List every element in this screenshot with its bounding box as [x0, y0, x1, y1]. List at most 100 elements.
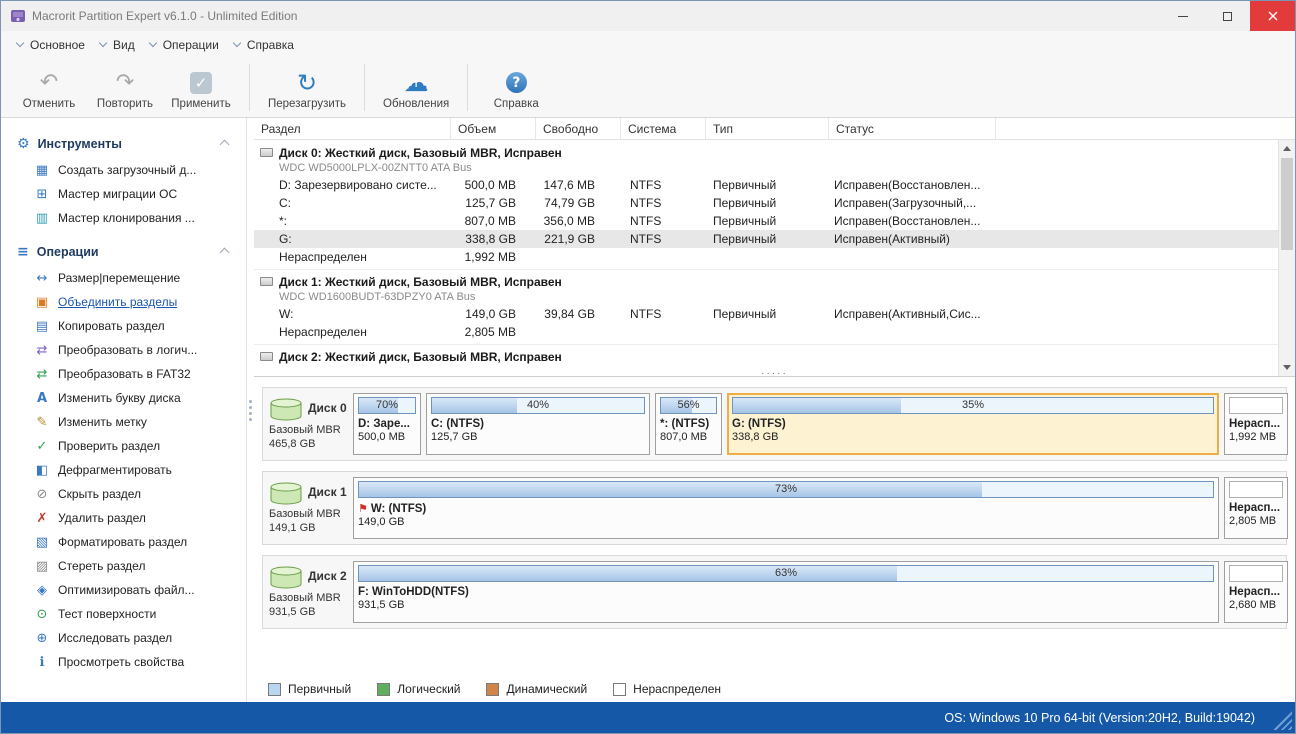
sidebar-item-change-drive-letter[interactable]: A Изменить букву диска	[1, 386, 246, 410]
tools-icon: ⚙	[17, 136, 30, 152]
partition-box-star[interactable]: 56% *: (NTFS) 807,0 MB	[655, 393, 722, 455]
partition-box-w[interactable]: 73% ⚑ W: (NTFS) 149,0 GB	[353, 477, 1219, 539]
help-button[interactable]: ? Справка	[478, 58, 554, 117]
section-header-operations[interactable]: ≡ Операции	[1, 238, 246, 266]
cell-status: Исправен(Активный,Сис...	[834, 307, 981, 321]
sidebar-item-label: Размер|перемещение	[58, 271, 181, 285]
convert-fat32-icon: ⇄	[36, 366, 48, 382]
disk1-strip: Диск 1 Базовый MBR 149,1 GB 73% ⚑ W: (NTF…	[262, 471, 1288, 545]
scroll-down-button[interactable]	[1279, 359, 1295, 376]
cell-filesystem: NTFS	[630, 196, 662, 210]
sidebar-splitter[interactable]	[247, 118, 254, 702]
menu-label: Справка	[246, 37, 294, 52]
column-header-type[interactable]: Тип	[706, 118, 829, 139]
sidebar-item-create-bootable-media[interactable]: ▦ Создать загрузочный д...	[1, 158, 246, 182]
updates-button[interactable]: ☁ ↑ Обновления	[375, 58, 457, 117]
sidebar-item-check-partition[interactable]: ✓ Проверить раздел	[1, 434, 246, 458]
wipe-icon: ▨	[35, 558, 49, 574]
table-row[interactable]: W: 149,0 GB 39,84 GB NTFS Первичный Испр…	[254, 305, 1295, 323]
menu-help[interactable]: Справка	[232, 31, 307, 58]
cell-size: 2,805 MB	[464, 325, 516, 339]
chevron-down-icon	[232, 38, 242, 48]
cell-size: 338,8 GB	[465, 232, 516, 246]
partition-label: Нерасп...	[1229, 586, 1281, 598]
sidebar-item-clone-wizard[interactable]: ▥ Мастер клонирования ...	[1, 206, 246, 230]
unallocated-box[interactable]: Нерасп... 2,680 MB	[1224, 561, 1288, 623]
disk-name: Диск 1	[308, 484, 347, 499]
column-header-free[interactable]: Свободно	[536, 118, 621, 139]
table-row[interactable]: Нераспределен 2,805 MB	[254, 323, 1295, 341]
unallocated-box[interactable]: Нерасп... 1,992 MB	[1224, 393, 1288, 455]
menu-main[interactable]: Основное	[15, 31, 98, 58]
table-row[interactable]: C: 125,7 GB 74,79 GB NTFS Первичный Испр…	[254, 194, 1295, 212]
sidebar-item-defragment[interactable]: ◧ Дефрагментировать	[1, 458, 246, 482]
apply-label: Применить	[171, 97, 231, 110]
partition-box-f[interactable]: 63% F: WinToHDD(NTFS) 931,5 GB	[353, 561, 1219, 623]
sidebar-item-explore-partition[interactable]: ⊕ Исследовать раздел	[1, 626, 246, 650]
usage-bar	[1229, 565, 1283, 582]
section-header-tools[interactable]: ⚙ Инструменты	[1, 130, 246, 158]
scrollbar-thumb[interactable]	[1281, 158, 1293, 250]
maximize-button[interactable]	[1205, 1, 1250, 31]
redo-button[interactable]: ↷ Повторить	[87, 58, 163, 117]
column-header-status[interactable]: Статус	[829, 118, 996, 139]
usage-bar: 40%	[431, 397, 645, 414]
undo-button[interactable]: ↶ Отменить	[11, 58, 87, 117]
disk0-info: Диск 0 Базовый MBR 465,8 GB	[269, 398, 353, 451]
sidebar-item-label: Создать загрузочный д...	[58, 163, 197, 177]
merge-icon: ▣	[35, 294, 49, 310]
table-row[interactable]: Нераспределен 1,992 MB	[254, 248, 1295, 266]
partition-box-c[interactable]: 40% C: (NTFS) 125,7 GB	[426, 393, 650, 455]
sidebar-item-view-properties[interactable]: ℹ Просмотреть свойства	[1, 650, 246, 674]
sidebar-item-delete-partition[interactable]: ✗ Удалить раздел	[1, 506, 246, 530]
apply-button[interactable]: ✓ Применить	[163, 58, 239, 117]
disk-group-header[interactable]: Диск 0: Жесткий диск, Базовый MBR, Испра…	[254, 144, 1295, 161]
app-icon	[11, 10, 25, 22]
column-header-partition[interactable]: Раздел	[254, 118, 451, 139]
sidebar-item-convert-to-fat32[interactable]: ⇄ Преобразовать в FAT32	[1, 362, 246, 386]
unallocated-box[interactable]: Нерасп... 2,805 MB	[1224, 477, 1288, 539]
legend-label: Динамический	[506, 682, 588, 696]
table-row[interactable]: *: 807,0 MB 356,0 MB NTFS Первичный Испр…	[254, 212, 1295, 230]
label-icon: ✎	[36, 414, 48, 430]
minimize-button[interactable]	[1160, 1, 1205, 31]
undo-label: Отменить	[22, 97, 76, 110]
reload-button[interactable]: ↻ Перезагрузить	[260, 58, 354, 117]
updates-label: Обновления	[383, 97, 450, 110]
sidebar-item-wipe-partition[interactable]: ▨ Стереть раздел	[1, 554, 246, 578]
sidebar-item-convert-to-logical[interactable]: ⇄ Преобразовать в логич...	[1, 338, 246, 362]
sidebar-item-surface-test[interactable]: ⊙ Тест поверхности	[1, 602, 246, 626]
sidebar-item-format-partition[interactable]: ▧ Форматировать раздел	[1, 530, 246, 554]
scroll-up-button[interactable]	[1279, 140, 1295, 157]
table-scrollbar[interactable]	[1278, 140, 1295, 376]
sidebar-item-change-label[interactable]: ✎ Изменить метку	[1, 410, 246, 434]
partition-box-d[interactable]: 70% D: Заре... 500,0 MB	[353, 393, 421, 455]
sidebar-item-os-migration-wizard[interactable]: ⊞ Мастер миграции ОС	[1, 182, 246, 206]
menu-view[interactable]: Вид	[98, 31, 148, 58]
main-panel: Раздел Объем Свободно Система Тип Статус…	[254, 118, 1295, 702]
disk1-group: Диск 1: Жесткий диск, Базовый MBR, Испра…	[254, 269, 1295, 341]
column-header-size[interactable]: Объем	[451, 118, 536, 139]
cell-free: 147,6 MB	[543, 178, 595, 192]
sidebar-item-optimize-files[interactable]: ◈ Оптимизировать файл...	[1, 578, 246, 602]
resize-grip[interactable]	[1270, 708, 1292, 730]
sidebar-item-merge-partitions[interactable]: ▣ Объединить разделы	[1, 290, 246, 314]
partition-size: 125,7 GB	[431, 431, 478, 443]
surface-test-icon: ⊙	[36, 606, 48, 622]
legend-swatch	[377, 682, 391, 696]
disk-group-header[interactable]: Диск 1: Жесткий диск, Базовый MBR, Испра…	[254, 273, 1295, 290]
disk-group-header[interactable]: Диск 2: Жесткий диск, Базовый MBR, Испра…	[254, 348, 1295, 365]
table-row[interactable]: D: Зарезервировано систе... 500,0 MB 147…	[254, 176, 1295, 194]
close-button[interactable]	[1250, 1, 1295, 31]
sidebar-item-hide-partition[interactable]: ⊘ Скрыть раздел	[1, 482, 246, 506]
usage-fill	[432, 398, 517, 413]
table-row-selected[interactable]: G: 338,8 GB 221,9 GB NTFS Первичный Испр…	[254, 230, 1295, 248]
sidebar-item-resize-move[interactable]: ↔ Размер|перемещение	[1, 266, 246, 290]
partition-box-g-selected[interactable]: 35% G: (NTFS) 338,8 GB	[727, 393, 1219, 455]
partition-label: *: (NTFS)	[660, 418, 710, 430]
sidebar: ⚙ Инструменты ▦ Создать загрузочный д...…	[1, 118, 247, 702]
column-header-filesystem[interactable]: Система	[621, 118, 706, 139]
sidebar-item-label: Изменить метку	[58, 415, 147, 429]
menu-operations[interactable]: Операции	[148, 31, 232, 58]
sidebar-item-copy-partition[interactable]: ▤ Копировать раздел	[1, 314, 246, 338]
